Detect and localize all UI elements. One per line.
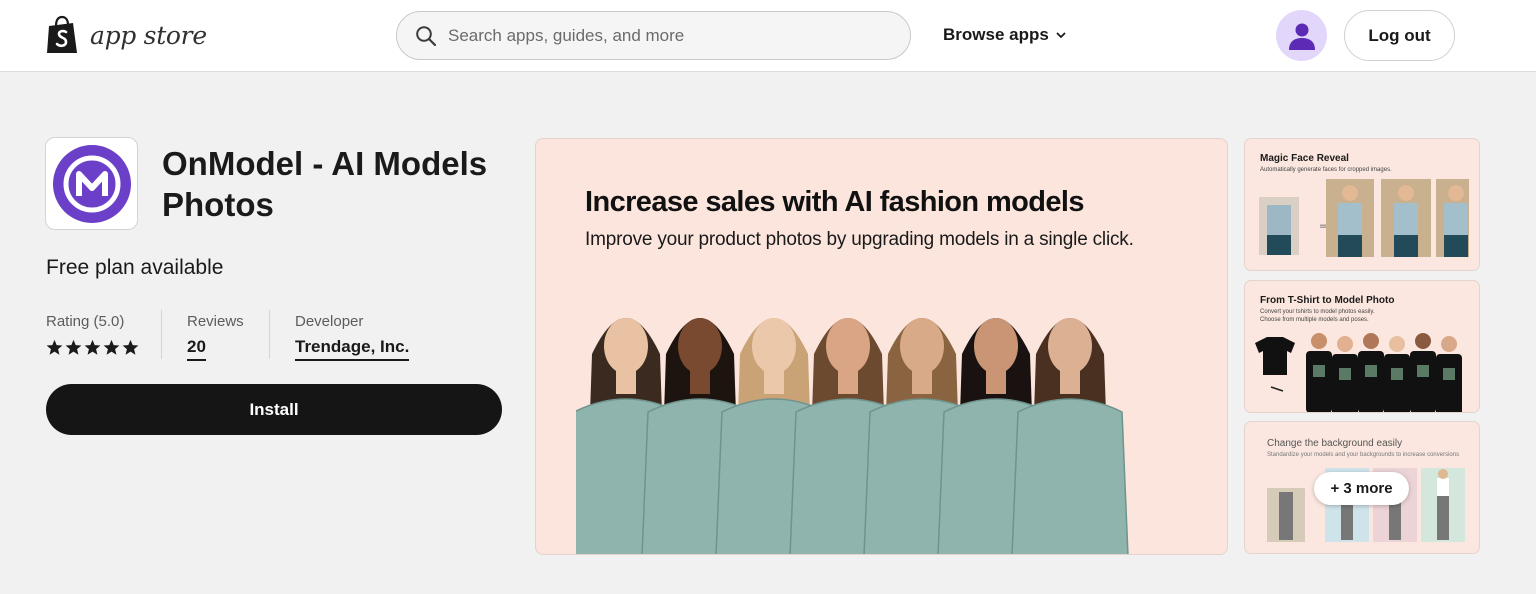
app-icon (45, 137, 138, 230)
thumbnail-subtitle: Automatically generate faces for cropped… (1260, 167, 1392, 173)
star-icon (103, 339, 120, 355)
shopify-bag-icon (47, 15, 77, 53)
star-icon (65, 339, 82, 355)
thumbnail-tshirt-to-model[interactable]: From T-Shirt to Model Photo Convert your… (1244, 280, 1480, 413)
models-illustration (576, 318, 1129, 554)
star-icon (122, 339, 139, 355)
browse-apps-menu[interactable]: Browse apps (943, 22, 1067, 48)
thumbnail-subtitle: Convert your tshirts to model photos eas… (1260, 309, 1375, 323)
rating-stars (46, 339, 139, 356)
hero-subtitle: Improve your product photos by upgrading… (585, 229, 1134, 250)
user-avatar[interactable] (1276, 10, 1327, 61)
reviews-block: Reviews 20 (187, 313, 244, 361)
logout-button[interactable]: Log out (1344, 10, 1455, 61)
face-reveal-illustration: = (1259, 179, 1469, 257)
search-input[interactable] (448, 25, 868, 46)
tshirt-model-figure (1306, 333, 1332, 412)
tshirt-model-figure (1436, 336, 1462, 412)
browse-apps-label: Browse apps (943, 25, 1049, 44)
tshirt-model-figure (1358, 333, 1384, 412)
search-bar[interactable] (396, 11, 911, 60)
app-store-logo[interactable]: app store (44, 14, 207, 56)
hero-title: Increase sales with AI fashion models (585, 186, 1085, 218)
logo-text: app store (90, 20, 207, 50)
star-icon (84, 339, 101, 355)
more-screenshots-button[interactable]: + 3 more (1314, 472, 1409, 505)
install-button[interactable]: Install (46, 384, 502, 435)
top-header: app store Browse apps Log out (0, 0, 1536, 72)
rating-label: Rating (5.0) (46, 313, 125, 330)
reviews-count-link[interactable]: 20 (187, 337, 206, 361)
thumbnail-title: Change the background easily (1267, 438, 1403, 449)
thumbnail-subtitle: Standardize your models and your backgro… (1267, 452, 1460, 458)
user-icon (1288, 23, 1315, 50)
stat-divider (161, 310, 162, 359)
developer-block: Developer Trendage, Inc. (295, 313, 410, 361)
chevron-down-icon (1056, 32, 1066, 38)
onmodel-logo-icon (52, 144, 131, 223)
pricing-note: Free plan available (46, 256, 224, 279)
tshirt-model-figure (1332, 336, 1358, 412)
app-title: OnModel - AI Models Photos (162, 145, 488, 223)
thumbnail-title: From T-Shirt to Model Photo (1260, 295, 1395, 306)
thumbnail-title: Magic Face Reveal (1260, 153, 1349, 164)
developer-link[interactable]: Trendage, Inc. (295, 337, 410, 361)
hero-screenshot[interactable]: Increase sales with AI fashion models Im… (535, 138, 1228, 555)
tshirt-model-figure (1384, 336, 1410, 412)
star-icon (46, 339, 63, 355)
developer-label: Developer (295, 313, 364, 330)
reviews-label: Reviews (187, 313, 244, 330)
stat-divider (269, 310, 270, 359)
tshirt-models-illustration (1255, 333, 1462, 412)
rating-block: Rating (5.0) (46, 313, 139, 356)
tshirt-model-figure (1410, 333, 1436, 412)
thumbnail-magic-face-reveal[interactable]: Magic Face Reveal Automatically generate… (1244, 138, 1480, 271)
search-icon (416, 25, 437, 46)
